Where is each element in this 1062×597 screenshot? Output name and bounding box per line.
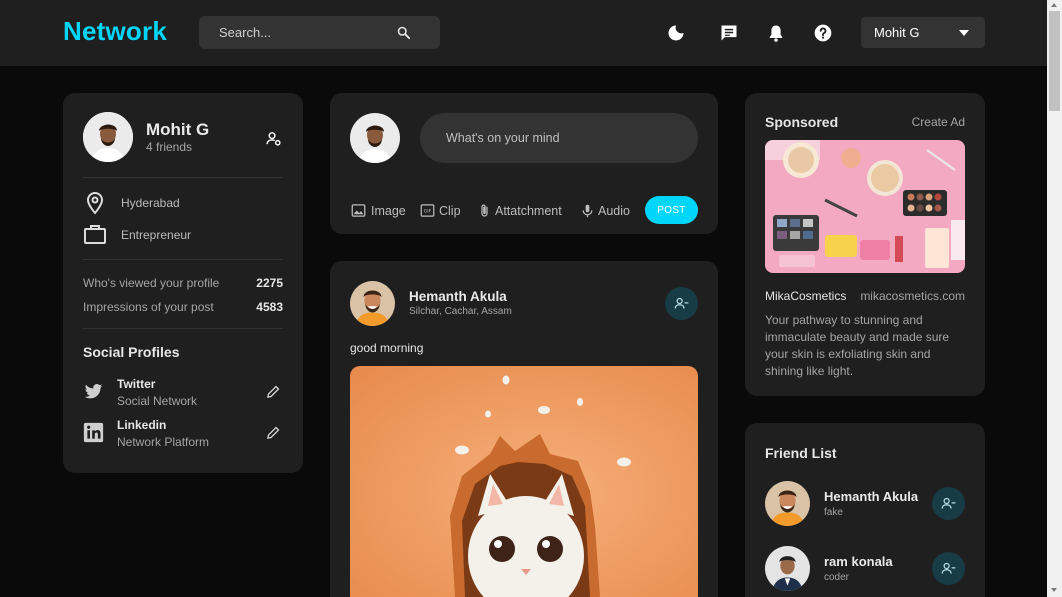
profile-avatar[interactable] [83,112,133,162]
friend-list-card: Friend List Hemanth Akula fake ram konal… [745,423,985,597]
message-icon[interactable] [719,23,739,43]
page-scrollbar[interactable] [1047,0,1062,597]
logo[interactable]: Network [63,16,167,47]
scrollbar-thumb[interactable] [1049,11,1060,111]
clip-button[interactable]: GIF Clip [420,203,461,219]
kitten-illustration [350,366,698,597]
post-composer: Image GIF Clip Attatchment Audio POST [330,93,718,234]
friend-name[interactable]: ram konala [824,554,893,569]
feed-post: Hemanth Akula Silchar, Cachar, Assam goo… [330,261,718,597]
social-linkedin-sub: Network Platform [117,435,210,449]
image-icon [351,204,366,217]
friend-avatar[interactable] [765,546,810,591]
microphone-icon [582,204,593,218]
briefcase-icon [84,225,106,244]
cosmetics-illustration [765,140,965,273]
search-box [199,16,440,49]
remove-friend-button[interactable] [665,287,698,320]
avatar-image [83,112,133,162]
scroll-up-arrow-icon[interactable] [1051,3,1057,7]
post-button[interactable]: POST [645,196,698,224]
manage-friends-icon[interactable] [265,130,282,147]
sponsored-title: Sponsored [765,114,839,130]
audio-button[interactable]: Audio [580,203,630,219]
bell-icon[interactable] [766,23,786,43]
ad-url[interactable]: mikacosmetics.com [860,289,965,303]
person-remove-icon [941,497,956,509]
profile-occupation: Entrepreneur [121,228,192,242]
user-dropdown-label: Mohit G [874,25,920,40]
divider [83,259,283,260]
post-author-name[interactable]: Hemanth Akula [409,289,507,304]
stat-value-impressions: 4583 [256,300,283,314]
composer-avatar [350,113,400,163]
sponsored-card: Sponsored Create Ad MikaCosmetics mikaco… [745,93,985,396]
gif-icon: GIF [420,204,435,217]
scroll-down-arrow-icon[interactable] [1051,588,1057,592]
image-button[interactable]: Image [351,203,406,219]
clip-label: Clip [439,204,461,218]
avatar-image [350,281,395,326]
ad-description: Your pathway to stunning and immaculate … [765,313,950,378]
remove-friend-button[interactable] [932,552,965,585]
profile-location: Hyderabad [121,196,180,210]
avatar-image [765,481,810,526]
friend-subtitle: coder [824,572,850,583]
profile-friends-count: 4 friends [146,140,193,154]
help-icon[interactable] [813,23,833,43]
person-remove-icon [941,562,956,574]
ad-image[interactable] [765,140,965,273]
paperclip-icon [481,204,488,217]
person-remove-icon [674,297,689,309]
search-input[interactable] [199,16,389,49]
caret-down-icon [959,30,969,36]
linkedin-icon [83,422,104,443]
divider [83,328,283,329]
post-author-location: Silchar, Cachar, Assam [409,306,512,317]
remove-friend-button[interactable] [932,487,965,520]
audio-label: Audio [598,204,630,218]
profile-name[interactable]: Mohit G [146,120,209,140]
social-twitter-sub: Social Network [117,394,198,408]
ad-brand[interactable]: MikaCosmetics [765,289,846,303]
stat-value-profile-views: 2275 [256,276,283,290]
divider [83,177,283,178]
composer-input[interactable] [420,113,698,163]
svg-text:GIF: GIF [424,209,432,215]
create-ad-link[interactable]: Create Ad [912,115,965,129]
friend-name[interactable]: Hemanth Akula [824,489,918,504]
friend-list-title: Friend List [765,445,837,461]
attachment-button[interactable]: Attatchment [477,203,563,219]
location-icon [86,191,104,215]
navbar: Network Mohit G [0,0,1047,66]
moon-icon[interactable] [666,23,686,43]
social-profiles-title: Social Profiles [83,344,180,360]
avatar-image [350,113,400,163]
avatar-image [765,546,810,591]
attachment-label: Attatchment [495,204,562,218]
stat-label-impressions: Impressions of your post [83,300,214,314]
stat-label-profile-views: Who's viewed your profile [83,276,220,290]
search-icon[interactable] [396,25,411,40]
twitter-icon [84,384,103,399]
post-text: good morning [350,341,424,355]
social-twitter-name[interactable]: Twitter [117,377,155,391]
post-author-avatar[interactable] [350,281,395,326]
profile-card: Mohit G 4 friends Hyderabad Entrepreneur… [63,93,303,473]
edit-icon[interactable] [266,425,281,440]
user-dropdown[interactable]: Mohit G [861,17,985,48]
edit-icon[interactable] [266,384,281,399]
social-linkedin-name[interactable]: Linkedin [117,418,166,432]
friend-subtitle: fake [824,507,843,518]
friend-avatar[interactable] [765,481,810,526]
post-image[interactable] [350,366,698,597]
image-label: Image [371,204,406,218]
